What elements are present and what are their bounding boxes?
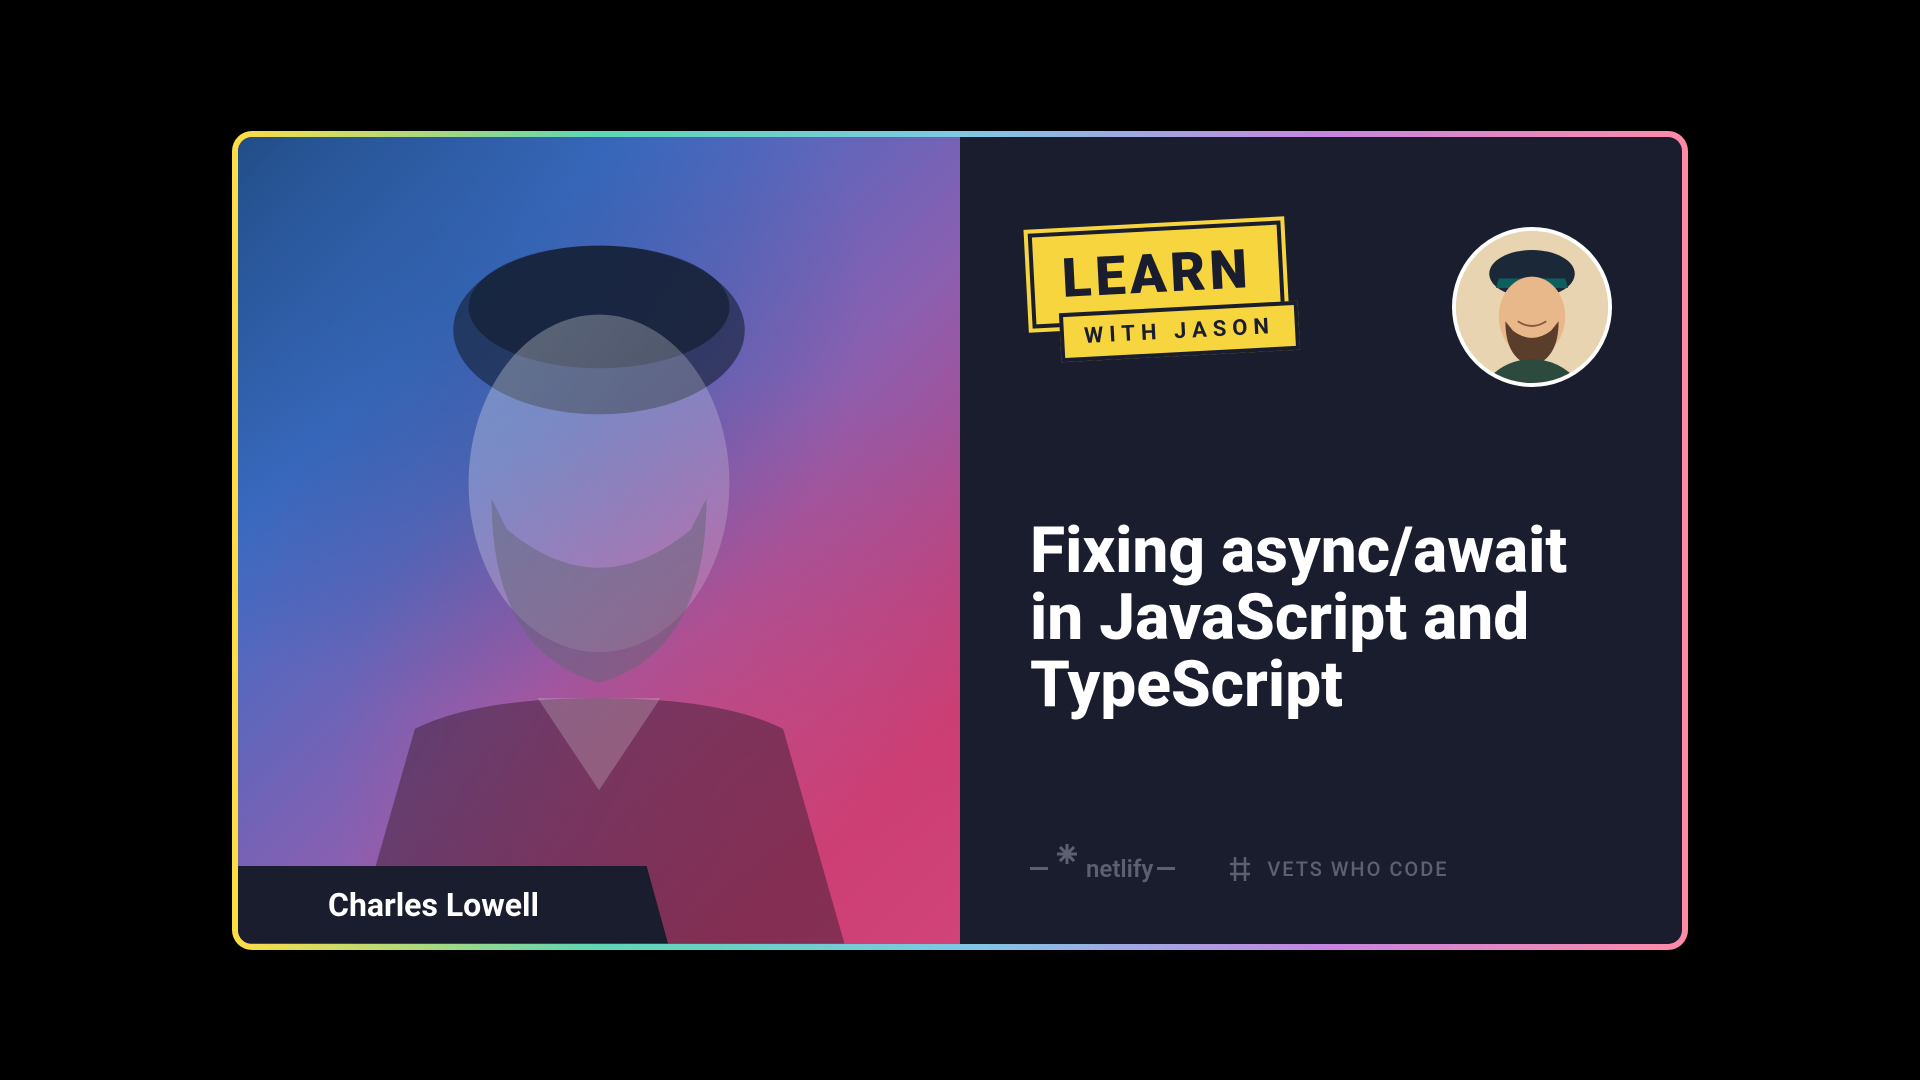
netlify-icon [1052, 854, 1082, 884]
netlify-label: netlify [1086, 855, 1153, 883]
guest-panel: Charles Lowell [238, 137, 960, 944]
vets-who-code-icon [1225, 854, 1255, 884]
sponsors-row: netlify VETS WHO CODE [1030, 854, 1612, 884]
episode-title: Fixing async/await in JavaScript and Typ… [1030, 517, 1612, 719]
host-avatar [1452, 227, 1612, 387]
netlify-dash-left-icon [1030, 867, 1048, 870]
sponsor-vets-who-code: VETS WHO CODE [1225, 854, 1448, 884]
sponsor-netlify: netlify [1030, 854, 1175, 884]
learn-with-jason-logo: LEARN WITH JASON [1030, 227, 1330, 377]
guest-name-label: Charles Lowell [238, 866, 668, 944]
thumbnail-card: Charles Lowell LEARN WITH JASON [232, 131, 1688, 950]
guest-name: Charles Lowell [328, 886, 618, 924]
host-avatar-image [1456, 231, 1608, 383]
info-panel: LEARN WITH JASON [960, 137, 1682, 944]
netlify-dash-right-icon [1157, 867, 1175, 870]
logo-section: LEARN WITH JASON [1030, 227, 1612, 387]
guest-silhouette [292, 177, 906, 944]
card-inner: Charles Lowell LEARN WITH JASON [238, 137, 1682, 944]
guest-photo [238, 137, 960, 944]
vets-who-code-label: VETS WHO CODE [1267, 857, 1448, 881]
